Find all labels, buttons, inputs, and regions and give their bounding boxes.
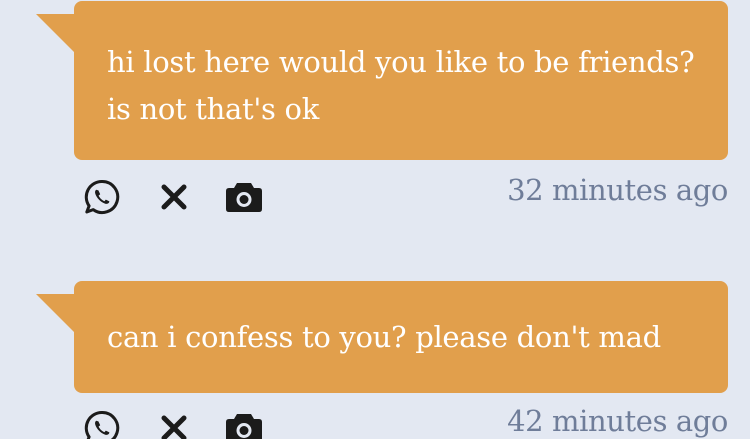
message-timestamp: 42 minutes ago — [507, 404, 728, 438]
message-actions: 42 minutes ago — [82, 404, 728, 439]
whatsapp-share-button[interactable] — [82, 177, 122, 217]
message-card: can i confess to you? please don't mad 4… — [0, 280, 750, 439]
camera-button[interactable] — [224, 177, 264, 217]
whatsapp-icon — [84, 410, 120, 439]
message-bubble: can i confess to you? please don't mad — [74, 281, 728, 393]
camera-button[interactable] — [224, 408, 264, 439]
bubble-tail — [36, 14, 74, 52]
camera-icon — [226, 183, 262, 212]
dismiss-button[interactable] — [154, 177, 194, 217]
whatsapp-icon — [84, 179, 120, 214]
whatsapp-share-button[interactable] — [82, 408, 122, 439]
message-card: hi lost here would you like to be friend… — [0, 0, 750, 240]
message-timestamp: 32 minutes ago — [507, 173, 728, 207]
bubble-tail — [36, 294, 74, 332]
dismiss-button[interactable] — [154, 408, 194, 439]
message-text: can i confess to you? please don't mad — [107, 320, 661, 354]
camera-icon — [226, 414, 262, 439]
close-icon — [161, 415, 187, 439]
message-bubble: hi lost here would you like to be friend… — [74, 1, 728, 160]
message-actions: 32 minutes ago — [82, 173, 728, 217]
message-text: hi lost here would you like to be friend… — [107, 45, 695, 126]
close-icon — [161, 184, 187, 210]
